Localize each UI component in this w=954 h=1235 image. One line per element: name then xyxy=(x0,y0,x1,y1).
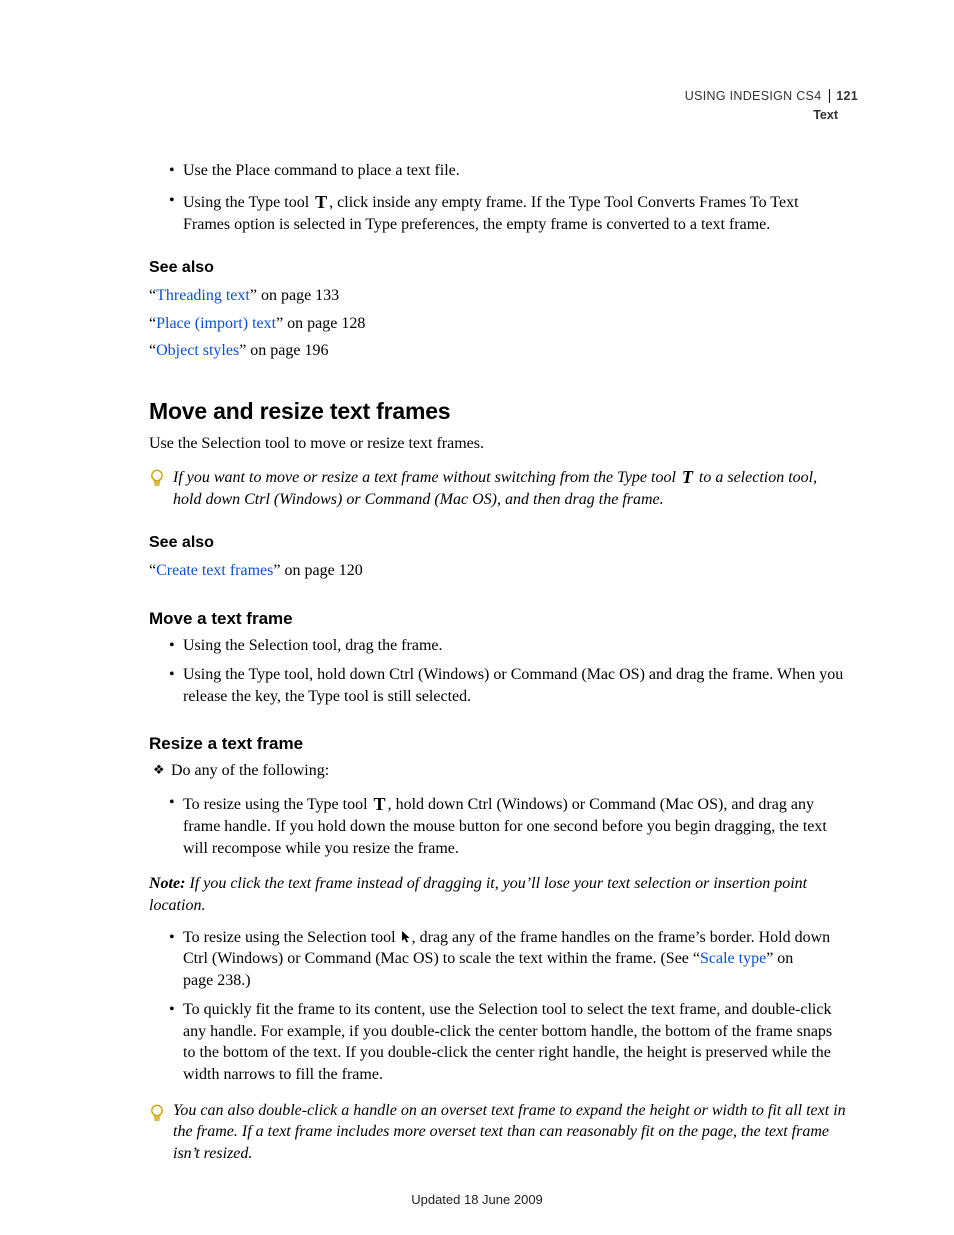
list-item: To resize using the Type tool T, hold do… xyxy=(169,792,846,859)
selection-tool-icon xyxy=(400,929,412,946)
list-text-prefix: To resize using the Selection tool xyxy=(183,929,400,946)
header-section: Text xyxy=(685,107,858,124)
link-scale-type[interactable]: Scale type xyxy=(700,950,766,967)
list-item: To resize using the Selection tool , dra… xyxy=(169,927,846,992)
xref-tail: ” on page 120 xyxy=(273,562,362,579)
see-also-heading: See also xyxy=(149,257,846,279)
page-content: Use the Place command to place a text fi… xyxy=(149,160,846,1164)
lightbulb-icon xyxy=(149,467,165,511)
link-object-styles[interactable]: Object styles xyxy=(156,342,239,359)
list-text-prefix: Using the Type tool xyxy=(183,194,313,211)
list-item: Do any of the following: xyxy=(153,760,846,782)
resize-frame-list: To resize using the Type tool T, hold do… xyxy=(149,792,846,859)
tip-text: You can also double-click a handle on an… xyxy=(173,1100,846,1165)
type-tool-icon: T xyxy=(680,467,695,487)
list-item: Using the Type tool T, click inside any … xyxy=(169,190,846,236)
page-number: 121 xyxy=(829,89,858,103)
list-item: To quickly fit the frame to its content,… xyxy=(169,999,846,1085)
resize-frame-list-2: To resize using the Selection tool , dra… xyxy=(149,927,846,1086)
tip-text-prefix: If you want to move or resize a text fra… xyxy=(173,469,680,486)
cross-reference: “Place (import) text” on page 128 xyxy=(149,313,846,335)
cross-reference: “Threading text” on page 133 xyxy=(149,285,846,307)
list-item: Use the Place command to place a text fi… xyxy=(169,160,846,182)
paragraph: Use the Selection tool to move or resize… xyxy=(149,433,846,455)
lightbulb-icon xyxy=(149,1102,165,1165)
link-create-text-frames[interactable]: Create text frames xyxy=(156,562,273,579)
see-also-heading: See also xyxy=(149,532,846,554)
note-block: Note: If you click the text frame instea… xyxy=(149,873,846,916)
list-item: Using the Type tool, hold down Ctrl (Win… xyxy=(169,664,846,707)
xref-tail: ” on page 128 xyxy=(276,315,365,332)
heading-move-frame: Move a text frame xyxy=(149,608,846,631)
tip-block: If you want to move or resize a text fra… xyxy=(149,465,846,511)
note-body: If you click the text frame instead of d… xyxy=(149,875,807,914)
type-tool-icon: T xyxy=(313,192,329,212)
move-frame-list: Using the Selection tool, drag the frame… xyxy=(149,635,846,708)
resize-lead-list: Do any of the following: xyxy=(149,760,846,782)
cross-reference: “Object styles” on page 196 xyxy=(149,340,846,362)
note-label: Note: xyxy=(149,875,185,892)
list-text: Use the Place command to place a text fi… xyxy=(183,162,460,179)
heading-move-resize: Move and resize text frames xyxy=(149,396,846,427)
list-item: Using the Selection tool, drag the frame… xyxy=(169,635,846,657)
xref-tail: ” on page 196 xyxy=(239,342,328,359)
list-text-prefix: To resize using the Type tool xyxy=(183,796,372,813)
xref-tail: ” on page 133 xyxy=(250,287,339,304)
header-product: USING INDESIGN CS4 xyxy=(685,89,822,103)
heading-resize-frame: Resize a text frame xyxy=(149,733,846,756)
list-text: To quickly fit the frame to its content,… xyxy=(183,1001,832,1083)
document-page: USING INDESIGN CS4 121 Text Use the Plac… xyxy=(0,0,954,1235)
list-text: Do any of the following: xyxy=(171,762,329,779)
list-text: Using the Type tool, hold down Ctrl (Win… xyxy=(183,666,843,705)
page-footer: Updated 18 June 2009 xyxy=(0,1191,954,1209)
link-threading-text[interactable]: Threading text xyxy=(156,287,250,304)
tip-block: You can also double-click a handle on an… xyxy=(149,1100,846,1165)
page-header: USING INDESIGN CS4 121 Text xyxy=(685,88,858,124)
intro-bullet-list: Use the Place command to place a text fi… xyxy=(149,160,846,235)
list-text: Using the Selection tool, drag the frame… xyxy=(183,637,442,654)
cross-reference: “Create text frames” on page 120 xyxy=(149,560,846,582)
link-place-import-text[interactable]: Place (import) text xyxy=(156,315,276,332)
type-tool-icon: T xyxy=(372,794,388,814)
